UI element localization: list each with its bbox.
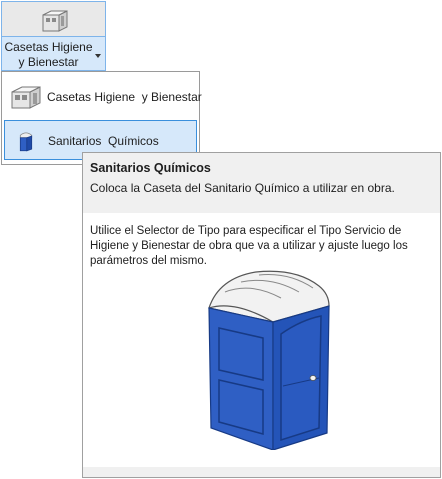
tooltip-footer: [83, 467, 440, 477]
portable-toilet-icon: [19, 132, 33, 152]
menu-item-label: Sanitarios Químicos: [48, 134, 159, 148]
ribbon-button-icon-area[interactable]: [2, 2, 105, 37]
menu-item-casetas-higiene[interactable]: Casetas Higiene y Bienestar: [4, 77, 202, 117]
tooltip-subtitle: Coloca la Caseta del Sanitario Químico a…: [90, 181, 395, 195]
tooltip-header: Sanitarios Químicos Coloca la Caseta del…: [83, 153, 440, 213]
portable-toilet-illustration: [208, 270, 330, 450]
dropdown-menu: Casetas Higiene y Bienestar Sanitarios Q…: [1, 71, 202, 165]
cabin-icon: [11, 86, 41, 109]
dropdown-arrow-icon[interactable]: [95, 54, 101, 58]
cabin-icon: [42, 10, 68, 32]
tooltip-title: Sanitarios Químicos: [90, 161, 211, 175]
ribbon-button-label[interactable]: Casetas Higiene y Bienestar: [2, 40, 95, 70]
tooltip: Sanitarios Químicos Coloca la Caseta del…: [82, 152, 441, 478]
menu-item-label: Casetas Higiene y Bienestar: [47, 90, 202, 104]
tooltip-description: Utilice el Selector de Tipo para especif…: [90, 225, 408, 267]
ribbon-casetas-button[interactable]: Casetas Higiene y Bienestar: [1, 1, 106, 71]
